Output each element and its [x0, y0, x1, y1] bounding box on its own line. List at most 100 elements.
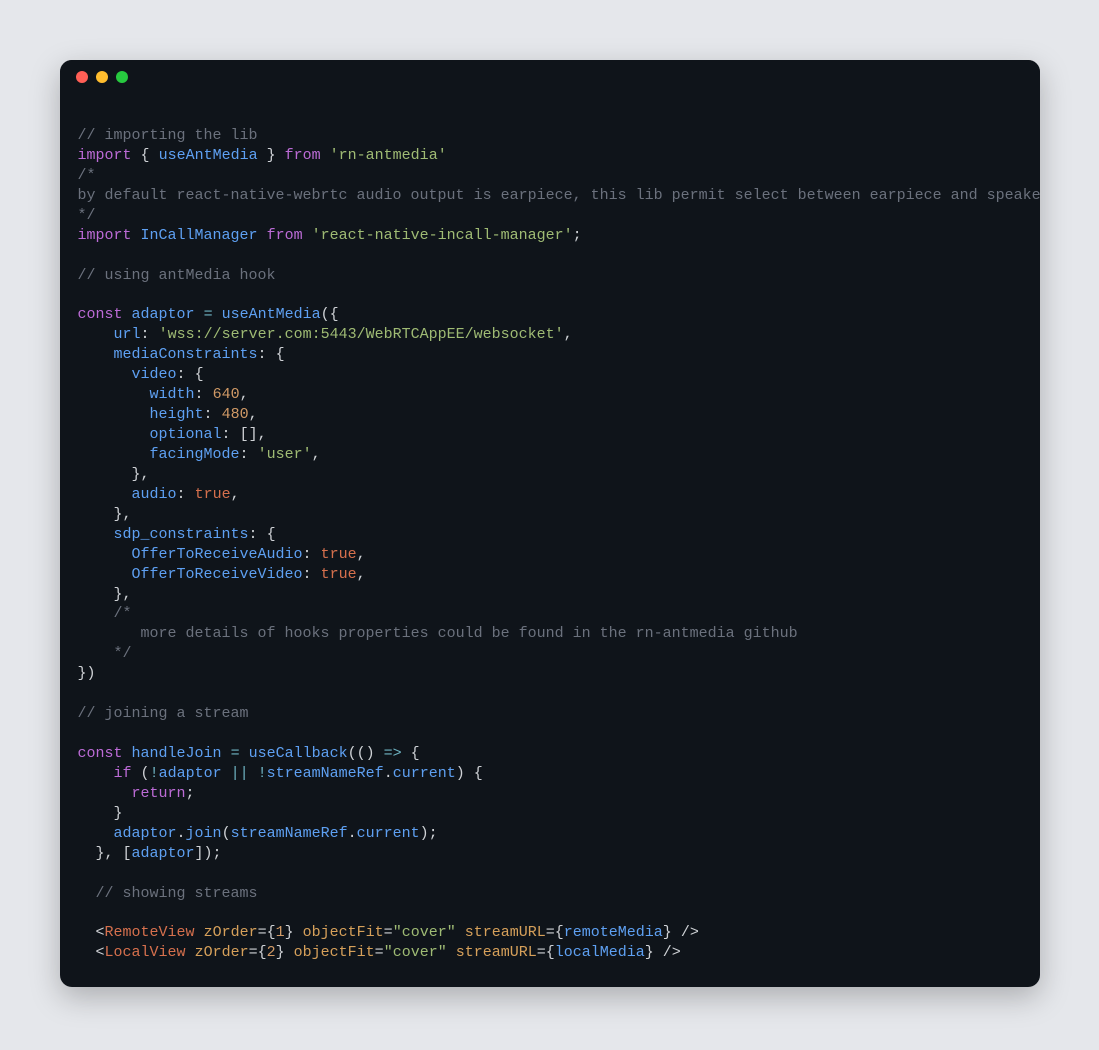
jsx-tag: RemoteView — [105, 924, 195, 941]
colon: : — [141, 326, 150, 343]
prop: OfferToReceiveVideo — [132, 566, 303, 583]
prop: url — [114, 326, 141, 343]
paren: ) — [366, 745, 384, 762]
dot: . — [348, 825, 357, 842]
fn-call: useCallback — [249, 745, 348, 762]
bool: true — [321, 566, 357, 583]
jsx-attr: objectFit — [294, 944, 375, 961]
ident: adaptor — [132, 845, 195, 862]
op-not: ! — [150, 765, 159, 782]
colon: : — [204, 406, 213, 423]
colon: : — [222, 426, 231, 443]
ident: current — [357, 825, 420, 842]
brace: { — [402, 745, 420, 762]
string: "cover" — [384, 944, 447, 961]
brace-close: }, — [114, 506, 132, 523]
bool: true — [195, 486, 231, 503]
comment: // joining a stream — [78, 705, 249, 722]
comma: , — [258, 426, 267, 443]
arrow: => — [384, 745, 402, 762]
comment: // importing the lib — [78, 127, 258, 144]
op-or: || — [231, 765, 249, 782]
number: 1 — [276, 924, 285, 941]
jsx-attr: streamURL — [465, 924, 546, 941]
eq: = — [249, 944, 258, 961]
prop: sdp_constraints — [114, 526, 249, 543]
paren-close: ) { — [456, 765, 483, 782]
colon: : — [249, 526, 258, 543]
jsx-tag: LocalView — [105, 944, 186, 961]
semi: ; — [186, 785, 195, 802]
kw-if: if — [114, 765, 132, 782]
prop: mediaConstraints — [114, 346, 258, 363]
code-block: // importing the lib import { useAntMedi… — [60, 94, 1040, 987]
string: 'rn-antmedia' — [330, 147, 447, 164]
fn-call: useAntMedia — [222, 306, 321, 323]
brace: } — [285, 924, 294, 941]
comment: /* — [78, 167, 96, 184]
brace-close: }, — [132, 466, 150, 483]
jsx-close: /> — [672, 924, 699, 941]
number: 480 — [222, 406, 249, 423]
string: 'wss://server.com:5443/WebRTCAppEE/webso… — [159, 326, 564, 343]
ident: InCallManager — [141, 227, 258, 244]
brace: { — [267, 526, 276, 543]
ident: adaptor — [132, 306, 195, 323]
ident: adaptor — [114, 825, 177, 842]
colon: : — [177, 366, 186, 383]
brace: { — [555, 924, 564, 941]
jsx-attr: objectFit — [303, 924, 384, 941]
paren-close: }) — [78, 665, 96, 682]
brace: { — [258, 944, 267, 961]
comment: // showing streams — [96, 885, 258, 902]
prop: OfferToReceiveAudio — [132, 546, 303, 563]
op-eq: = — [204, 306, 213, 323]
comma: , — [240, 386, 249, 403]
number: 2 — [267, 944, 276, 961]
comment: /* — [114, 605, 132, 622]
minimize-icon[interactable] — [96, 71, 108, 83]
comment: more details of hooks properties could b… — [114, 625, 798, 642]
colon: : — [303, 546, 312, 563]
brace: { — [276, 346, 285, 363]
comma: , — [231, 486, 240, 503]
kw-const: const — [78, 745, 123, 762]
brace: { — [546, 944, 555, 961]
eq: = — [375, 944, 384, 961]
semi: ; — [573, 227, 582, 244]
eq: = — [537, 944, 546, 961]
dot: . — [177, 825, 186, 842]
number: 640 — [213, 386, 240, 403]
eq: = — [384, 924, 393, 941]
brace: } — [276, 944, 285, 961]
op-not: ! — [258, 765, 267, 782]
comment: */ — [114, 645, 132, 662]
comma: , — [249, 406, 258, 423]
kw-return: return — [132, 785, 186, 802]
kw-import: import — [78, 227, 132, 244]
comma: , — [312, 446, 321, 463]
colon: : — [303, 566, 312, 583]
string: 'react-native-incall-manager' — [312, 227, 573, 244]
colon: : — [240, 446, 249, 463]
brace-close: }, [ — [96, 845, 132, 862]
paren: (( — [348, 745, 366, 762]
string: "cover" — [393, 924, 456, 941]
ident: streamNameRef — [267, 765, 384, 782]
colon: : — [258, 346, 267, 363]
brace: { — [141, 147, 150, 164]
string: 'user' — [258, 446, 312, 463]
ident: useAntMedia — [159, 147, 258, 164]
brace: { — [267, 924, 276, 941]
jsx-attr: zOrder — [204, 924, 258, 941]
maximize-icon[interactable] — [116, 71, 128, 83]
comma: , — [357, 566, 366, 583]
prop: video — [132, 366, 177, 383]
paren: ( — [222, 825, 231, 842]
jsx-open: < — [96, 944, 105, 961]
jsx-attr: streamURL — [456, 944, 537, 961]
brace: { — [195, 366, 204, 383]
fn-call: join — [186, 825, 222, 842]
close-icon[interactable] — [76, 71, 88, 83]
jsx-close: /> — [654, 944, 681, 961]
